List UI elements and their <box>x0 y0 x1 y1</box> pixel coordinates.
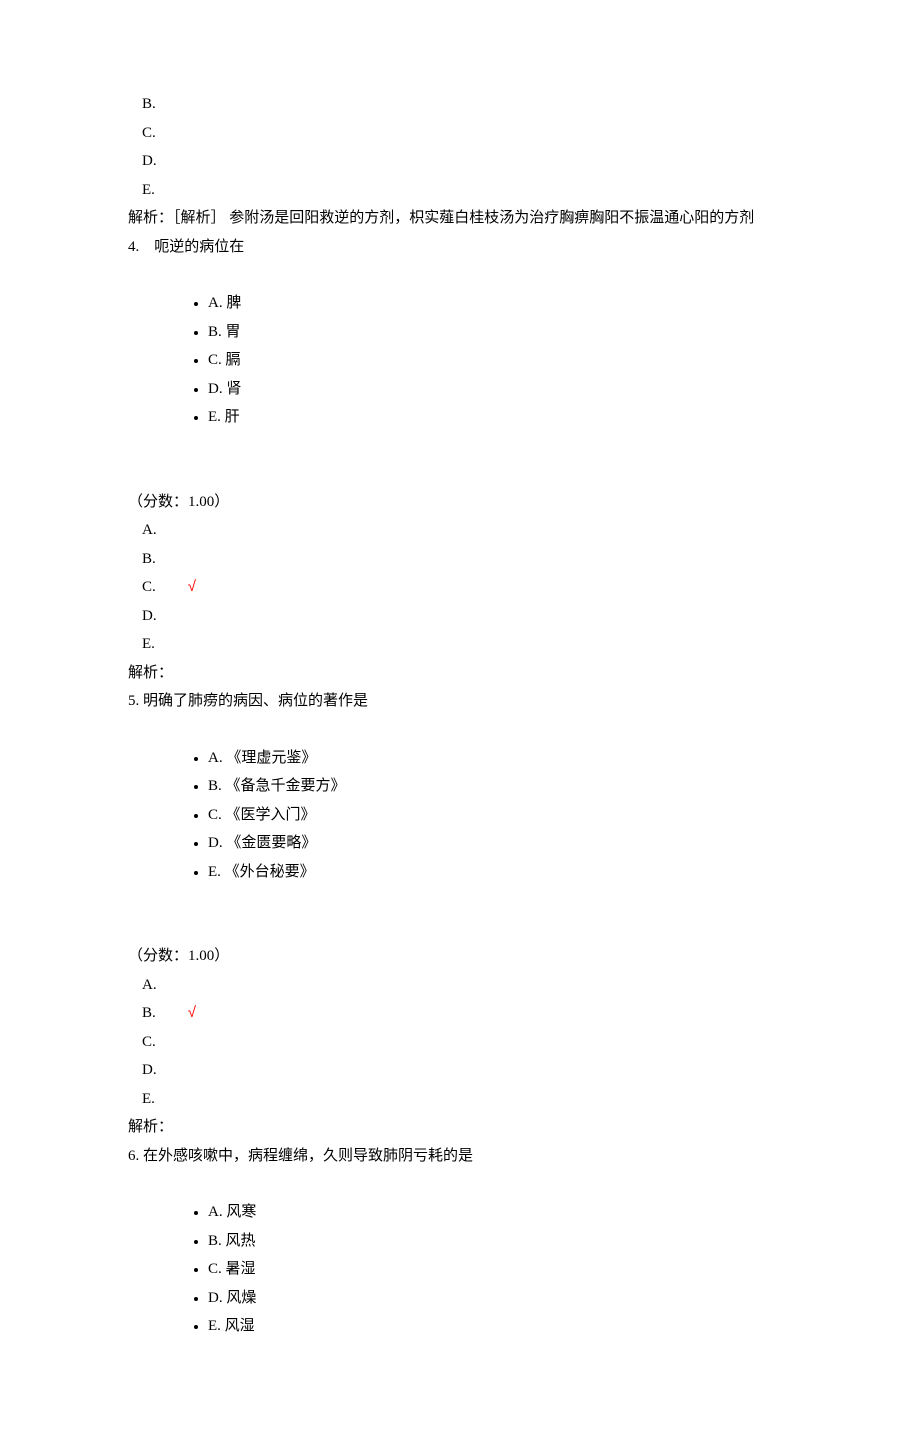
q4-answer-B: B. <box>128 545 792 574</box>
answer-letter: E. <box>142 176 160 205</box>
q5-number: 5. <box>128 693 139 709</box>
q6-number: 6. <box>128 1148 139 1164</box>
q3-answer-B: B. <box>128 90 792 119</box>
q5-stem: 5. 明确了肺痨的病因、病位的著作是 <box>128 687 792 716</box>
answer-letter: E. <box>142 630 160 659</box>
answer-letter: D. <box>142 602 160 631</box>
q4-option-E: E. 肝 <box>208 403 792 432</box>
q5-explanation: 解析： <box>128 1113 792 1142</box>
option-text: D. 风燥 <box>208 1290 256 1306</box>
exam-page: B. C. D. E. 解析：［解析］ 参附汤是回阳救逆的方剂，枳实薤白桂枝汤为… <box>0 0 920 1429</box>
check-icon: √ <box>188 1004 196 1021</box>
q4-explanation: 解析： <box>128 659 792 688</box>
answer-letter: D. <box>142 147 160 176</box>
answer-letter: B. <box>142 90 160 119</box>
option-text: A. 《理虚元鉴》 <box>208 750 316 766</box>
q4-option-D: D. 肾 <box>208 375 792 404</box>
q6-option-E: E. 风湿 <box>208 1312 792 1341</box>
q5-answer-B: B. √ <box>128 999 792 1028</box>
q5-answer-A: A. <box>128 971 792 1000</box>
q5-text: 明确了肺痨的病因、病位的著作是 <box>143 693 368 709</box>
option-text: E. 肝 <box>208 409 240 425</box>
q6-option-A: A. 风寒 <box>208 1198 792 1227</box>
answer-letter: B. <box>142 999 160 1028</box>
q4-option-C: C. 膈 <box>208 346 792 375</box>
option-text: A. 风寒 <box>208 1204 256 1220</box>
q5-answer-C: C. <box>128 1028 792 1057</box>
q6-stem: 6. 在外感咳嗽中，病程缠绵，久则导致肺阴亏耗的是 <box>128 1142 792 1171</box>
q4-answer-E: E. <box>128 630 792 659</box>
q5-option-C: C. 《医学入门》 <box>208 801 792 830</box>
answer-letter: E. <box>142 1085 160 1114</box>
answer-letter: A. <box>142 971 160 1000</box>
spacer <box>128 914 792 942</box>
q6-text: 在外感咳嗽中，病程缠绵，久则导致肺阴亏耗的是 <box>143 1148 473 1164</box>
q5-answer-E: E. <box>128 1085 792 1114</box>
q4-option-A: A. 脾 <box>208 289 792 318</box>
q5-options: A. 《理虚元鉴》 B. 《备急千金要方》 C. 《医学入门》 D. 《金匮要略… <box>128 744 792 887</box>
q5-score: （分数：1.00） <box>128 942 792 971</box>
q4-stem: 4. 呃逆的病位在 <box>128 233 792 262</box>
option-text: B. 《备急千金要方》 <box>208 778 346 794</box>
option-text: C. 《医学入门》 <box>208 807 316 823</box>
answer-letter: C. <box>142 119 160 148</box>
option-text: C. 膈 <box>208 352 241 368</box>
q3-answer-C: C. <box>128 119 792 148</box>
q6-option-B: B. 风热 <box>208 1227 792 1256</box>
option-text: D. 《金匮要略》 <box>208 835 316 851</box>
q4-answer-D: D. <box>128 602 792 631</box>
option-text: E. 《外台秘要》 <box>208 864 315 880</box>
q5-answer-D: D. <box>128 1056 792 1085</box>
q6-option-C: C. 暑湿 <box>208 1255 792 1284</box>
answer-letter: B. <box>142 545 160 574</box>
answer-letter: D. <box>142 1056 160 1085</box>
q4-text: 呃逆的病位在 <box>154 239 244 255</box>
q4-answer-A: A. <box>128 516 792 545</box>
q4-answer-C: C. √ <box>128 573 792 602</box>
option-text: B. 胃 <box>208 324 241 340</box>
q6-options: A. 风寒 B. 风热 C. 暑湿 D. 风燥 E. 风湿 <box>128 1198 792 1341</box>
check-icon: √ <box>188 578 196 595</box>
q4-options: A. 脾 B. 胃 C. 膈 D. 肾 E. 肝 <box>128 289 792 432</box>
q4-option-B: B. 胃 <box>208 318 792 347</box>
q5-option-A: A. 《理虚元鉴》 <box>208 744 792 773</box>
answer-letter: A. <box>142 516 160 545</box>
q3-answer-E: E. <box>128 176 792 205</box>
q6-option-D: D. 风燥 <box>208 1284 792 1313</box>
spacer <box>128 460 792 488</box>
q3-explanation: 解析：［解析］ 参附汤是回阳救逆的方剂，枳实薤白桂枝汤为治疗胸痹胸阳不振温通心阳… <box>128 204 792 233</box>
option-text: E. 风湿 <box>208 1318 255 1334</box>
option-text: C. 暑湿 <box>208 1261 256 1277</box>
q4-score: （分数：1.00） <box>128 488 792 517</box>
option-text: D. 肾 <box>208 381 241 397</box>
q5-option-E: E. 《外台秘要》 <box>208 858 792 887</box>
q4-number: 4. <box>128 239 139 255</box>
q5-option-D: D. 《金匮要略》 <box>208 829 792 858</box>
option-text: A. 脾 <box>208 295 241 311</box>
q3-answer-D: D. <box>128 147 792 176</box>
option-text: B. 风热 <box>208 1233 256 1249</box>
q5-option-B: B. 《备急千金要方》 <box>208 772 792 801</box>
answer-letter: C. <box>142 1028 160 1057</box>
answer-letter: C. <box>142 573 160 602</box>
